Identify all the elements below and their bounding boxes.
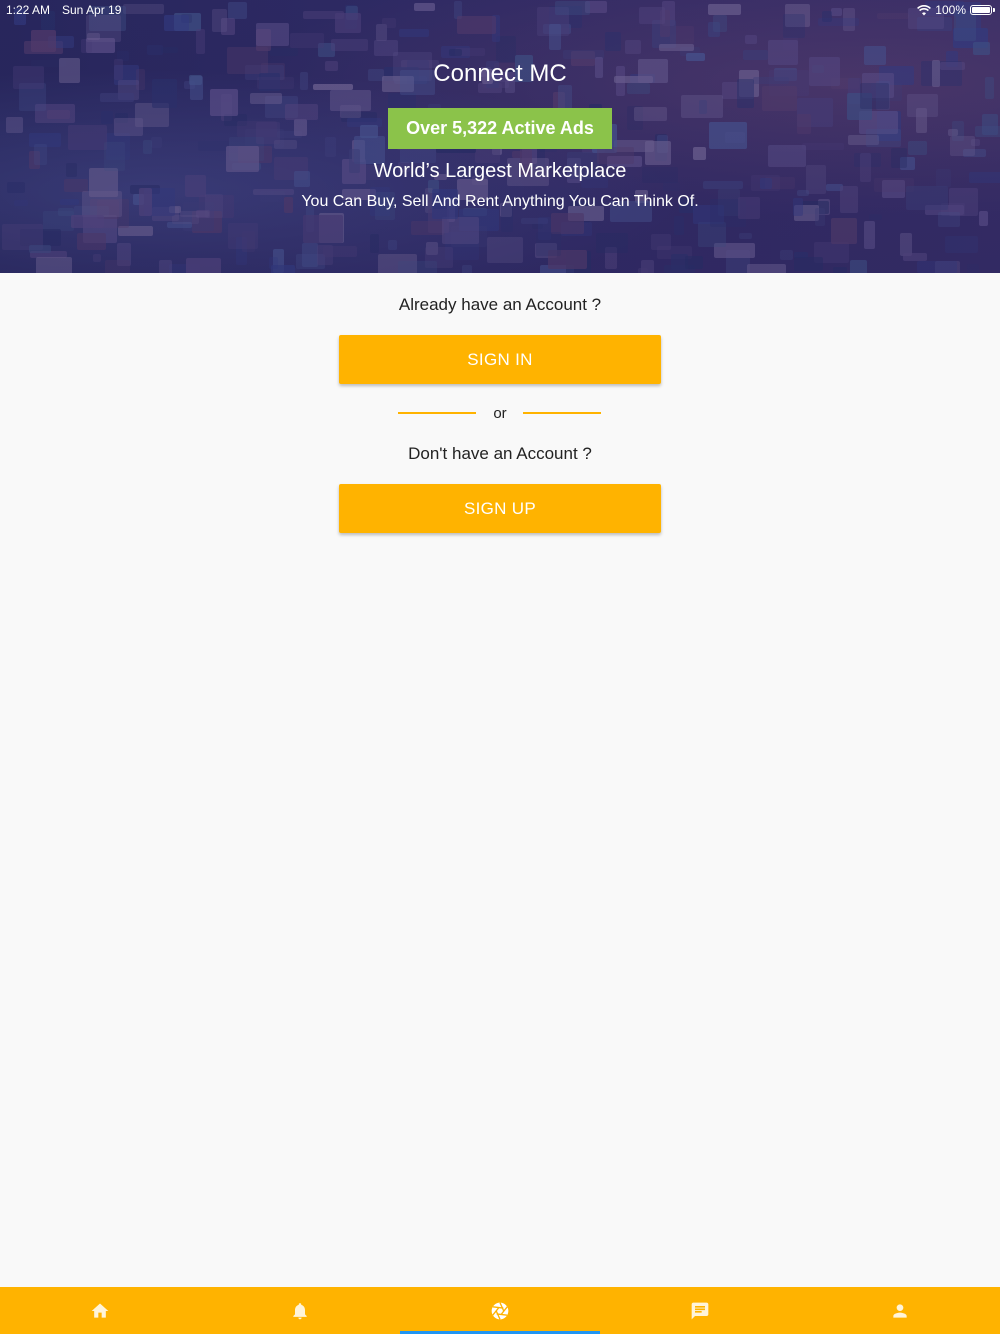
- bottom-nav: [0, 1287, 1000, 1334]
- divider-line-right: [523, 412, 601, 414]
- have-account-prompt: Already have an Account ?: [398, 295, 602, 314]
- status-time: 1:22 AM: [6, 3, 51, 17]
- nav-explore[interactable]: [400, 1287, 600, 1334]
- nav-messages[interactable]: [600, 1287, 800, 1334]
- hero-subtitle: You Can Buy, Sell And Rent Anything You …: [301, 193, 699, 210]
- battery-percent: 100%: [935, 3, 966, 17]
- sign-up-button[interactable]: SIGN UP: [339, 484, 661, 533]
- or-separator: or: [493, 405, 507, 422]
- person-icon: [893, 1303, 907, 1318]
- status-date: Sun Apr 19: [62, 3, 122, 17]
- aperture-icon: [491, 1301, 509, 1320]
- home-icon: [91, 1303, 109, 1318]
- no-account-prompt: Don't have an Account ?: [408, 444, 592, 463]
- active-ads-badge: Over 5,322 Active Ads: [388, 108, 612, 149]
- nav-notifications[interactable]: [200, 1287, 400, 1334]
- nav-home[interactable]: [0, 1287, 200, 1334]
- app-title: Connect MC: [433, 60, 567, 87]
- status-bar: 1:22 AM Sun Apr 19 100%: [0, 0, 1000, 20]
- nav-profile[interactable]: [800, 1287, 1000, 1334]
- hero-banner: 1:22 AM Sun Apr 19 100% Connect MC Over …: [0, 0, 1000, 273]
- sign-in-button[interactable]: SIGN IN: [339, 335, 661, 384]
- bell-icon: [293, 1302, 307, 1319]
- wifi-icon: [917, 4, 932, 15]
- status-right: 100%: [917, 3, 995, 17]
- hero-tagline: World’s Largest Marketplace: [373, 160, 627, 182]
- battery-icon: [970, 5, 995, 15]
- chat-icon: [691, 1302, 709, 1319]
